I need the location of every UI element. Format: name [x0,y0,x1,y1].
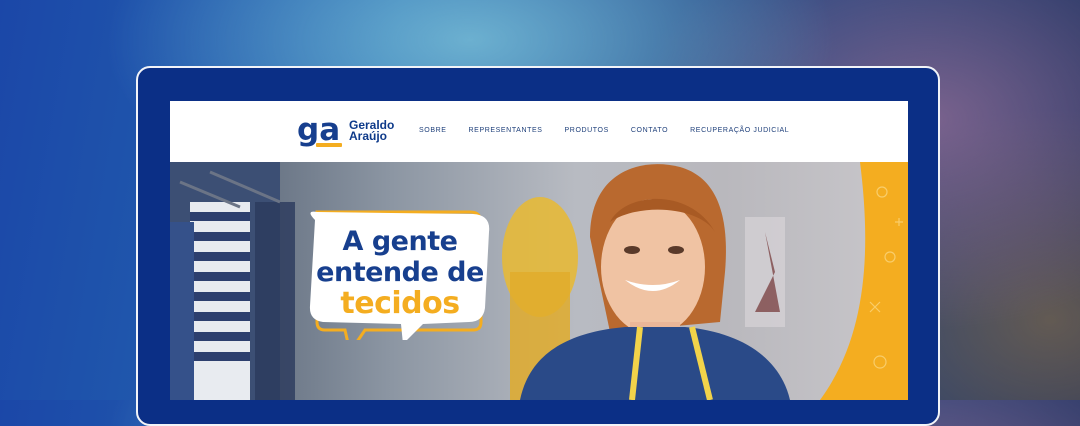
hero-headline-line2: entende de [316,257,484,288]
hero-banner: A gente entende de tecidos [170,162,908,400]
hero-headline-line1: A gente [342,226,458,257]
hero-photo [170,162,908,400]
nav-item-sobre[interactable]: SOBRE [419,127,447,134]
site-header: ga Geraldo Araújo SOBRE REPRESENTANTES P… [170,101,908,162]
hero-headline: A gente entende de tecidos [305,226,495,319]
website-screen: ga Geraldo Araújo SOBRE REPRESENTANTES P… [170,101,908,400]
nav-item-contato[interactable]: CONTATO [631,127,668,134]
brand-name-line2: Araújo [349,129,388,143]
ga-logo-icon: ga [297,113,342,148]
striped-clothes-image [170,162,295,400]
fashion-sketch-image [745,217,785,327]
ga-logo-text: ga [297,113,340,148]
yellow-pattern-band [820,162,908,400]
nav-item-representantes[interactable]: REPRESENTANTES [469,127,543,134]
hero-headline-line3: tecidos [340,286,460,321]
nav-item-produtos[interactable]: PRODUTOS [565,127,609,134]
main-nav: SOBRE REPRESENTANTES PRODUTOS CONTATO RE… [419,127,811,134]
brand-name: Geraldo Araújo [349,119,409,143]
nav-item-recuperacao-judicial[interactable]: RECUPERAÇÃO JUDICIAL [690,127,789,134]
